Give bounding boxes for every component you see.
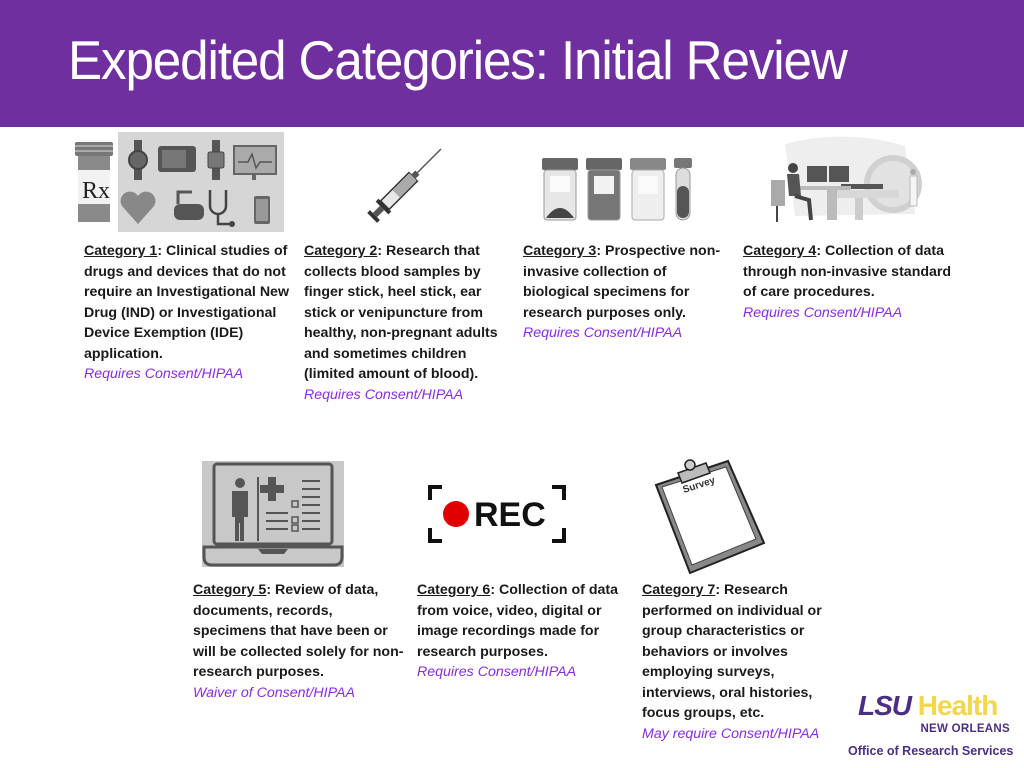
category-5-requirement: Waiver of Consent/HIPAA: [193, 684, 355, 701]
category-6-card: Category 6: Collection of data from voic…: [417, 580, 632, 683]
category-1-requirement: Requires Consent/HIPAA: [84, 366, 244, 382]
mri-scan-icon: [765, 134, 925, 232]
medical-devices-icon: [118, 132, 284, 232]
category-3-label: Category 3: [523, 243, 597, 259]
category-2-description: : Research that collects blood samples b…: [304, 243, 498, 382]
ecg-monitor-icon: [233, 145, 277, 180]
category-4-requirement: Requires Consent/HIPAA: [743, 304, 903, 321]
category-7-requirement: May require Consent/HIPAA: [642, 725, 820, 742]
fitness-band-icon: [207, 140, 225, 180]
page-title: Expedited Categories: Initial Review: [68, 29, 848, 91]
survey-clipboard-icon: Survey: [650, 455, 766, 575]
logo-lsu: LSU: [858, 690, 912, 721]
category-7-description: : Research performed on individual or gr…: [642, 582, 822, 721]
rx-bottle-icon: Rx: [72, 140, 118, 224]
smartwatch-icon: [128, 140, 148, 180]
category-2-label: Category 2: [304, 243, 378, 259]
category-2-requirement: Requires Consent/HIPAA: [304, 386, 464, 403]
laptop-medical-record-icon: [202, 461, 344, 567]
smartphone-icon: [254, 196, 270, 224]
category-1-card: Category 1: Clinical studies of drugs an…: [84, 241, 294, 385]
category-7-card: Category 7: Research performed on indivi…: [642, 580, 847, 744]
pacemaker-icon: [174, 190, 204, 220]
category-3-card: Category 3: Prospective non-invasive col…: [523, 241, 733, 344]
record-dot-icon: [443, 501, 469, 527]
category-3-requirement: Requires Consent/HIPAA: [523, 325, 683, 341]
jar-1: [542, 158, 578, 221]
rx-label: Rx: [82, 178, 110, 204]
category-6-requirement: Requires Consent/HIPAA: [417, 664, 577, 680]
category-6-label: Category 6: [417, 582, 491, 598]
category-7-label: Category 7: [642, 582, 716, 598]
category-5-card: Category 5: Review of data, documents, r…: [193, 580, 408, 703]
logo-health: Health: [917, 690, 999, 721]
monitor-device-icon: [158, 146, 196, 172]
jar-3: [630, 158, 666, 221]
category-4-card: Category 4: Collection of data through n…: [743, 241, 953, 323]
title-banner: Expedited Categories: Initial Review: [0, 0, 1024, 127]
rec-label: REC: [474, 496, 546, 534]
heart-icon: [120, 191, 156, 224]
rec-icon: REC: [428, 484, 566, 544]
category-4-label: Category 4: [743, 243, 817, 259]
category-2-card: Category 2: Research that collects blood…: [304, 241, 514, 405]
lsu-health-logo: LSU Health NEW ORLEANS Office of Researc…: [848, 690, 1024, 768]
syringe-icon: [365, 145, 445, 225]
specimen-jars-icon: [540, 152, 700, 224]
stethoscope-icon: [208, 190, 235, 227]
jar-2: [586, 158, 622, 221]
blood-tube: [674, 158, 692, 221]
logo-office-name: Office of Research Services: [848, 744, 1014, 758]
category-5-label: Category 5: [193, 582, 267, 598]
category-1-description: : Clinical studies of drugs and devices …: [84, 243, 289, 362]
category-1-label: Category 1: [84, 243, 158, 259]
logo-new-orleans: NEW ORLEANS: [920, 723, 1010, 735]
